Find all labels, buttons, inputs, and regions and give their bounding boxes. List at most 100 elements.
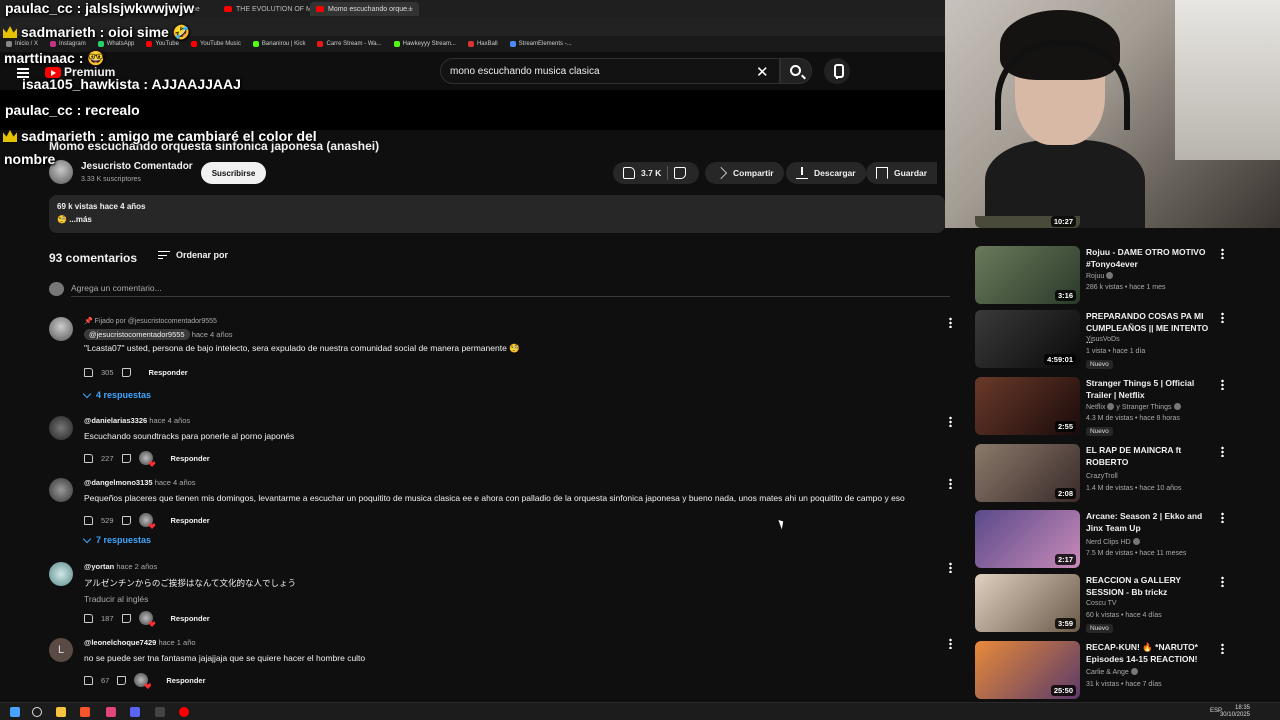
- thumbs-down-icon[interactable]: [121, 368, 131, 377]
- video-title[interactable]: EL RAP DE MAINCRA ft ROBERTO: [1086, 444, 1216, 468]
- video-thumbnail[interactable]: 2:17: [975, 510, 1080, 568]
- clock[interactable]: 18:35 30/10/2025: [1220, 705, 1250, 719]
- more-options-icon[interactable]: [1221, 643, 1224, 654]
- comment-time[interactable]: hace 4 años: [192, 330, 233, 339]
- comment-time[interactable]: hace 2 años: [116, 562, 157, 571]
- discord-icon[interactable]: [130, 707, 140, 717]
- add-comment-input[interactable]: Agrega un comentario...: [71, 283, 950, 297]
- video-thumbnail[interactable]: 2:55: [975, 377, 1080, 435]
- related-video[interactable]: 2:08 EL RAP DE MAINCRA ft ROBERTO CrazyT…: [975, 444, 1230, 508]
- reply-button[interactable]: Responder: [171, 516, 210, 525]
- thumbs-up-icon[interactable]: [84, 453, 93, 463]
- related-video[interactable]: 2:17 Arcane: Season 2 | Ekko and Jinx Te…: [975, 510, 1230, 574]
- obs-icon[interactable]: [106, 707, 116, 717]
- video-channel[interactable]: Coscu TV: [1086, 600, 1117, 607]
- youtube-icon[interactable]: [179, 707, 189, 717]
- video-thumbnail[interactable]: 3:16: [975, 246, 1080, 304]
- comment-author[interactable]: @yortan: [84, 562, 114, 571]
- thumbs-down-icon[interactable]: [674, 167, 687, 179]
- more-options-icon[interactable]: [1221, 446, 1224, 457]
- video-title[interactable]: REACCION a GALLERY SESSION - Bb trickz: [1086, 574, 1216, 598]
- search-input[interactable]: mono escuchando musica clasica: [440, 58, 780, 84]
- description-more[interactable]: 🧐 ...más: [57, 215, 937, 224]
- comment-author[interactable]: @dangelmono3135: [84, 478, 153, 487]
- comment-avatar[interactable]: [49, 317, 73, 341]
- bookmark-item[interactable]: HaxBall: [467, 41, 498, 47]
- like-count[interactable]: 3.7 K: [641, 168, 661, 178]
- bookmark-item[interactable]: Hawkeyyy Stream...: [393, 41, 456, 47]
- sort-button[interactable]: Ordenar por: [158, 250, 228, 260]
- comment-author[interactable]: @danielarias3326: [84, 416, 147, 425]
- more-options-icon[interactable]: [1221, 512, 1224, 523]
- thumbs-up-icon[interactable]: [84, 613, 93, 623]
- related-video-partial[interactable]: 10:27: [975, 216, 1230, 228]
- video-title[interactable]: Arcane: Season 2 | Ekko and Jinx Team Up: [1086, 510, 1216, 534]
- comment-avatar[interactable]: [49, 478, 73, 502]
- thumbs-up-icon[interactable]: [84, 515, 93, 525]
- more-options-icon[interactable]: [1221, 576, 1224, 587]
- related-video[interactable]: 2:55 Stranger Things 5 | Official Traile…: [975, 377, 1230, 441]
- download-button[interactable]: Descargar: [786, 162, 866, 184]
- comment-avatar[interactable]: [49, 562, 73, 586]
- thumbs-down-icon[interactable]: [121, 613, 131, 623]
- more-options-icon[interactable]: [949, 416, 952, 427]
- video-channel[interactable]: CrazyTroll: [1086, 473, 1118, 480]
- video-channel[interactable]: Nerd Clips HD: [1086, 538, 1140, 546]
- thumbs-up-icon[interactable]: [84, 675, 93, 685]
- translate-link[interactable]: Traducir al inglés: [84, 594, 934, 604]
- more-options-icon[interactable]: [1221, 248, 1224, 259]
- bookmark-item[interactable]: StreamElements -...: [509, 41, 572, 47]
- more-options-icon[interactable]: [949, 317, 952, 328]
- video-channel[interactable]: Rojuu: [1086, 272, 1114, 280]
- comment-author[interactable]: @jesucristocomentador9555: [84, 329, 190, 340]
- related-video[interactable]: 25:50 RECAP-KUN! 🔥 *NARUTO* Episodes 14-…: [975, 641, 1230, 705]
- new-tab-button[interactable]: +: [402, 2, 419, 16]
- thumbs-down-icon[interactable]: [121, 515, 131, 525]
- windows-start-icon[interactable]: [10, 707, 20, 717]
- thumbs-up-icon[interactable]: [623, 167, 635, 179]
- thumbs-down-icon[interactable]: [121, 453, 131, 463]
- search-button[interactable]: [780, 58, 812, 84]
- app-icon[interactable]: [155, 707, 165, 717]
- video-thumbnail[interactable]: 3:59: [975, 574, 1080, 632]
- comment-time[interactable]: hace 4 años: [155, 478, 196, 487]
- comment-time[interactable]: hace 4 años: [149, 416, 190, 425]
- view-replies-button[interactable]: 4 respuestas: [82, 389, 151, 400]
- video-thumbnail[interactable]: 10:27: [975, 216, 1080, 228]
- share-button[interactable]: Compartir: [705, 162, 784, 184]
- view-replies-button[interactable]: 7 respuestas: [82, 534, 151, 545]
- related-video[interactable]: 3:59 REACCION a GALLERY SESSION - Bb tri…: [975, 574, 1230, 638]
- reply-button[interactable]: Responder: [166, 676, 205, 685]
- video-channel[interactable]: Carlie & Ange: [1086, 668, 1138, 676]
- more-options-icon[interactable]: [949, 638, 952, 649]
- description-box[interactable]: 69 k vistas hace 4 años 🧐 ...más: [49, 195, 945, 233]
- video-thumbnail[interactable]: 4:59:01: [975, 310, 1080, 368]
- more-options-icon[interactable]: [949, 478, 952, 489]
- search-icon[interactable]: [32, 707, 42, 717]
- comment-time[interactable]: hace 1 año: [158, 638, 195, 647]
- reply-button[interactable]: Responder: [171, 614, 210, 623]
- more-options-icon[interactable]: [1221, 312, 1224, 323]
- more-options-icon[interactable]: [949, 562, 952, 573]
- voice-search-icon[interactable]: [824, 58, 850, 84]
- reply-button[interactable]: Responder: [149, 368, 188, 377]
- comment-author[interactable]: @leonelchoque7429: [84, 638, 156, 647]
- clear-search-icon[interactable]: ✕: [756, 63, 769, 81]
- related-video[interactable]: 3:16 Rojuu - DAME OTRO MOTIVO #Tonyo4eve…: [975, 246, 1230, 310]
- video-channel[interactable]: Netflix y Stranger Things: [1086, 403, 1181, 411]
- video-thumbnail[interactable]: 2:08: [975, 444, 1080, 502]
- more-options-icon[interactable]: [1221, 379, 1224, 390]
- brave-icon[interactable]: [80, 707, 90, 717]
- comment-avatar[interactable]: [49, 416, 73, 440]
- file-explorer-icon[interactable]: [56, 707, 66, 717]
- thumbs-up-icon[interactable]: [84, 368, 93, 377]
- video-thumbnail[interactable]: 25:50: [975, 641, 1080, 699]
- video-title[interactable]: Stranger Things 5 | Official Trailer | N…: [1086, 377, 1216, 401]
- reply-button[interactable]: Responder: [171, 454, 210, 463]
- video-title[interactable]: Rojuu - DAME OTRO MOTIVO #Tonyo4ever: [1086, 246, 1216, 270]
- comment-avatar[interactable]: L: [49, 638, 73, 662]
- video-title[interactable]: RECAP-KUN! 🔥 *NARUTO* Episodes 14-15 REA…: [1086, 641, 1216, 665]
- save-button[interactable]: Guardar: [866, 162, 938, 184]
- related-video[interactable]: 4:59:01 PREPARANDO COSAS PA MI CUMPLEAÑO…: [975, 310, 1230, 374]
- video-channel[interactable]: YisusVoDs: [1086, 336, 1120, 343]
